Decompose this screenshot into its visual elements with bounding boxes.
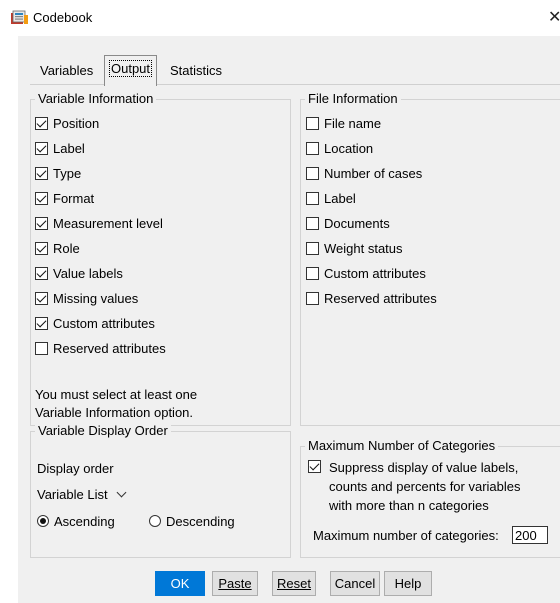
ok-button[interactable]: OK: [155, 571, 205, 596]
checkbox-icon[interactable]: [35, 191, 48, 205]
checkbox-type[interactable]: Type: [35, 164, 166, 182]
display-order-label: Display order: [37, 461, 114, 476]
checkbox-file-reserved-attributes[interactable]: Reserved attributes: [306, 289, 437, 307]
checkbox-icon[interactable]: [35, 216, 48, 230]
reset-button[interactable]: Reset: [272, 571, 316, 596]
checkbox-icon[interactable]: [306, 291, 319, 305]
variable-display-order-legend: Variable Display Order: [35, 423, 171, 438]
checkbox-icon[interactable]: [306, 191, 319, 205]
window-title: Codebook: [33, 10, 93, 25]
checkbox-icon[interactable]: [35, 266, 48, 280]
checkbox-role[interactable]: Role: [35, 239, 166, 257]
checkbox-icon[interactable]: [35, 241, 48, 255]
display-order-select[interactable]: Variable List: [37, 487, 127, 502]
checkbox-file-label[interactable]: Label: [306, 189, 437, 207]
checkbox-reserved-attributes[interactable]: Reserved attributes: [35, 339, 166, 357]
max-categories-label: Maximum number of categories:: [313, 528, 499, 543]
checkbox-measurement-level[interactable]: Measurement level: [35, 214, 166, 232]
paste-button[interactable]: Paste: [212, 571, 258, 596]
checkbox-file-name[interactable]: File name: [306, 114, 437, 132]
checkbox-icon[interactable]: [35, 116, 48, 130]
cancel-button[interactable]: Cancel: [330, 571, 380, 596]
checkbox-icon[interactable]: [35, 316, 48, 330]
max-categories-legend: Maximum Number of Categories: [305, 438, 499, 453]
codebook-app-icon: [11, 10, 28, 24]
checkbox-missing-values[interactable]: Missing values: [35, 289, 166, 307]
checkbox-position[interactable]: Position: [35, 114, 166, 132]
file-information-list: File name Location Number of cases Label…: [306, 114, 437, 314]
chevron-down-icon: [116, 487, 127, 498]
radio-ascending[interactable]: Ascending: [37, 512, 115, 530]
tab-variables[interactable]: Variables: [34, 58, 99, 84]
checkbox-icon[interactable]: [306, 141, 319, 155]
variable-information-list: Position Label Type Format Measurement l…: [35, 114, 166, 364]
variable-information-legend: Variable Information: [35, 91, 157, 106]
checkbox-label[interactable]: Label: [35, 139, 166, 157]
checkbox-value-labels[interactable]: Value labels: [35, 264, 166, 282]
close-icon[interactable]: ✕: [548, 7, 560, 27]
variable-information-note: You must select at least one Variable In…: [35, 387, 198, 420]
tab-statistics[interactable]: Statistics: [164, 58, 228, 84]
checkbox-icon[interactable]: [35, 141, 48, 155]
checkbox-format[interactable]: Format: [35, 189, 166, 207]
suppress-text: Suppress display of value labels, counts…: [329, 460, 521, 513]
checkbox-icon[interactable]: [306, 216, 319, 230]
checkbox-icon[interactable]: [35, 341, 48, 355]
tab-output[interactable]: Output: [104, 55, 158, 86]
checkbox-weight-status[interactable]: Weight status: [306, 239, 437, 257]
help-button[interactable]: Help: [384, 571, 432, 596]
radio-icon[interactable]: [37, 515, 49, 527]
radio-icon[interactable]: [149, 515, 161, 527]
checkbox-custom-attributes[interactable]: Custom attributes: [35, 314, 166, 332]
checkbox-location[interactable]: Location: [306, 139, 437, 157]
checkbox-icon[interactable]: [306, 116, 319, 130]
file-information-legend: File Information: [305, 91, 401, 106]
checkbox-icon[interactable]: [308, 460, 321, 473]
checkbox-documents[interactable]: Documents: [306, 214, 437, 232]
checkbox-number-of-cases[interactable]: Number of cases: [306, 164, 437, 182]
radio-descending[interactable]: Descending: [149, 512, 235, 530]
checkbox-icon[interactable]: [35, 291, 48, 305]
checkbox-suppress-value-labels[interactable]: Suppress display of value labels, counts…: [308, 458, 521, 515]
max-categories-input[interactable]: 200: [512, 526, 548, 544]
checkbox-icon[interactable]: [306, 166, 319, 180]
checkbox-icon[interactable]: [306, 266, 319, 280]
checkbox-file-custom-attributes[interactable]: Custom attributes: [306, 264, 437, 282]
checkbox-icon[interactable]: [35, 166, 48, 180]
checkbox-icon[interactable]: [306, 241, 319, 255]
